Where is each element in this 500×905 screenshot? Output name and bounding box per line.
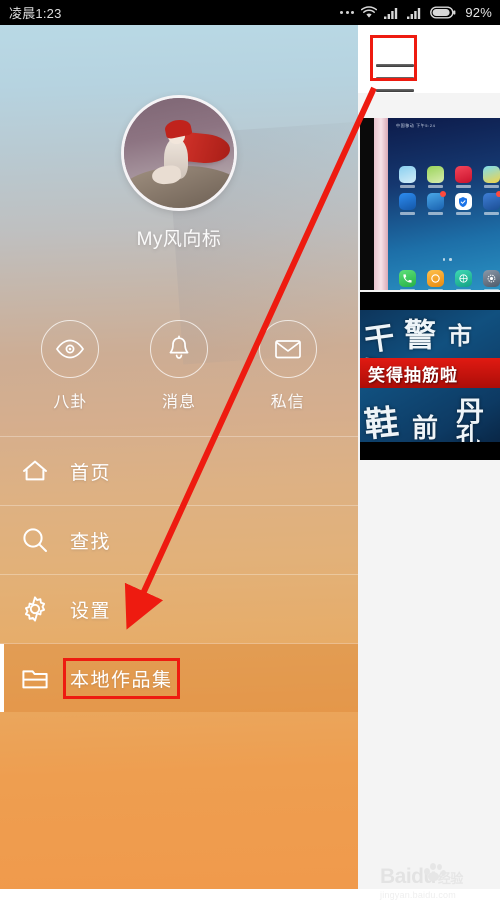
sidebar-item-local-portfolio[interactable]: 本地作品集 [0, 643, 358, 712]
sidebar-item-label: 本地作品集 [63, 657, 180, 699]
phone-dock-icon [424, 270, 446, 290]
phone-app-grid [396, 166, 500, 215]
phone-app-icon [480, 166, 500, 188]
video-still: 干 警 市 习 丹 鞋 前 孔 笑得抽筋啦 [360, 292, 500, 460]
list-item[interactable]: 干 警 市 习 丹 鞋 前 孔 笑得抽筋啦 [360, 292, 500, 460]
sidebar-item-label: 首页 [70, 462, 112, 484]
profile-header[interactable]: My风向标 [0, 95, 358, 251]
letterbox-bottom [360, 442, 500, 460]
phone-app-icon [424, 166, 446, 188]
phone-dock-icon [480, 270, 500, 290]
hamburger-line [376, 89, 414, 92]
wifi-icon [361, 6, 378, 18]
sidebar-item-home[interactable]: 首页 [0, 436, 358, 505]
eye-icon [41, 320, 100, 378]
quick-action-label: 八卦 [53, 394, 88, 411]
paw-icon [424, 862, 446, 881]
phone-app-icon [424, 191, 446, 215]
page-dots [388, 258, 500, 261]
watermark-url: jingyan.baidu.com [380, 890, 456, 900]
home-icon [0, 457, 70, 485]
quick-action-gossip[interactable]: 八卦 [30, 320, 110, 412]
sidebar-item-label: 查找 [70, 531, 112, 553]
phone-screen: 中国移动 下午5:24 [388, 118, 500, 290]
list-item[interactable]: 中国移动 下午5:24 [360, 118, 500, 290]
battery-percent: 92% [465, 5, 492, 20]
battery-icon [430, 6, 456, 19]
phone-app-icon [396, 193, 418, 215]
phone-app-icon [452, 193, 474, 215]
more-dots-icon [340, 11, 355, 14]
watermark: Baidu 经验 jingyan.baidu.com [380, 862, 498, 905]
watermark-brand: Baidu 经验 [380, 862, 498, 889]
search-icon [0, 525, 70, 555]
sidebar-item-search[interactable]: 查找 [0, 505, 358, 574]
quick-action-label: 私信 [270, 394, 305, 411]
phone-dock [396, 270, 500, 290]
status-bar: 凌晨1:23 92% [0, 0, 500, 25]
folder-icon [0, 665, 70, 691]
drawer-menu: 首页 查找 设置 本地作品集 [0, 436, 358, 712]
username-label: My风向标 [136, 229, 222, 250]
signal-sim2-icon [407, 7, 421, 19]
hamburger-line [376, 76, 414, 80]
envelope-icon [258, 320, 317, 378]
phone-app-icon [452, 166, 474, 188]
hamburger-menu-icon[interactable] [376, 61, 414, 95]
quick-action-label: 消息 [161, 394, 196, 411]
phone-edge [374, 118, 388, 290]
letterbox-top [360, 292, 500, 310]
quick-action-private-message[interactable]: 私信 [248, 320, 328, 412]
hamburger-line [376, 64, 414, 67]
phone-dock-icon [452, 270, 474, 290]
bell-icon [149, 320, 208, 378]
sidebar-item-label: 设置 [70, 600, 112, 622]
quick-action-messages[interactable]: 消息 [139, 320, 219, 412]
status-time: 凌晨1:23 [9, 6, 62, 21]
banner-text: 笑得抽筋啦 [368, 365, 458, 385]
banner: 笑得抽筋啦 [360, 358, 500, 388]
phone-status-text: 中国移动 下午5:24 [396, 123, 436, 128]
navigation-drawer: My风向标 八卦 消息 私信 首页 查找 设置 本地作品集 [0, 25, 358, 889]
phone-dock-icon [396, 270, 418, 290]
phone-app-icon [396, 166, 418, 188]
avatar[interactable] [121, 95, 237, 211]
phone-app-icon [480, 191, 500, 215]
gear-icon [0, 594, 70, 624]
sidebar-item-settings[interactable]: 设置 [0, 574, 358, 643]
quick-actions: 八卦 消息 私信 [0, 320, 358, 412]
signal-sim1-icon [384, 7, 398, 19]
